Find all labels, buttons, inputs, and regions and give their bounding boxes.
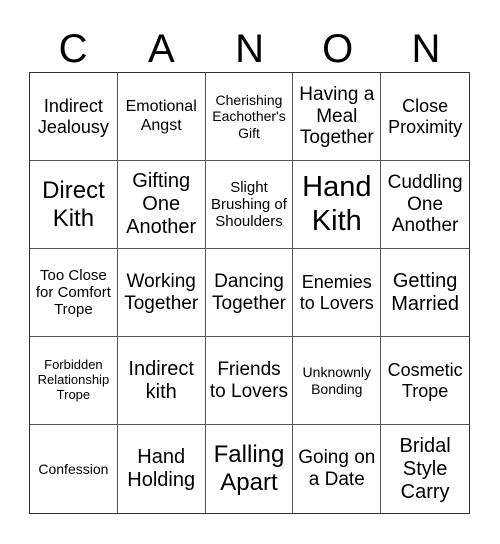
bingo-cell[interactable]: Going on a Date: [293, 425, 382, 513]
bingo-cell[interactable]: Dancing Together: [205, 249, 294, 337]
bingo-cell[interactable]: Hand Holding: [118, 425, 206, 513]
bingo-cell[interactable]: Friends to Lovers: [205, 337, 294, 425]
bingo-cell[interactable]: Emotional Angst: [117, 73, 206, 161]
bingo-cell[interactable]: Too Close for Comfort Trope: [30, 249, 118, 337]
bingo-cell[interactable]: Forbidden Relationship Trope: [30, 337, 118, 425]
bingo-cell[interactable]: Hand Kith: [293, 161, 382, 249]
bingo-cell[interactable]: Confession: [30, 425, 118, 513]
header-letter-c: C: [58, 27, 88, 71]
bingo-cell[interactable]: Having a Meal Together: [293, 73, 382, 161]
bingo-grid: Indirect Jealousy Emotional Angst Cheris…: [29, 72, 470, 514]
header-letter-n2: N: [411, 27, 441, 71]
bingo-cell[interactable]: Slight Brushing of Shoulders: [205, 161, 294, 249]
bingo-cell[interactable]: Falling Apart: [206, 425, 294, 513]
bingo-cell[interactable]: Close Proximity: [381, 73, 469, 161]
header-letter-a: A: [147, 27, 175, 71]
header-letter-n: N: [235, 27, 264, 71]
bingo-cell[interactable]: Working Together: [117, 249, 206, 337]
header-letter-o: O: [322, 27, 354, 71]
bingo-cell[interactable]: Cuddling One Another: [381, 161, 469, 249]
bingo-cell[interactable]: Cherishing Eachother's Gift: [205, 73, 294, 161]
bingo-cell[interactable]: Getting Married: [381, 249, 469, 337]
bingo-cell[interactable]: Cosmetic Trope: [381, 337, 469, 425]
bingo-header: C A N O N: [29, 26, 470, 72]
bingo-cell[interactable]: Gifting One Another: [117, 161, 206, 249]
bingo-cell[interactable]: Bridal Style Carry: [381, 425, 469, 513]
bingo-cell[interactable]: Unknownly Bonding: [293, 337, 382, 425]
bingo-cell[interactable]: Enemies to Lovers: [293, 249, 382, 337]
bingo-cell[interactable]: Indirect kith: [117, 337, 206, 425]
bingo-cell[interactable]: Direct Kith: [30, 161, 118, 249]
bingo-cell[interactable]: Indirect Jealousy: [30, 73, 118, 161]
